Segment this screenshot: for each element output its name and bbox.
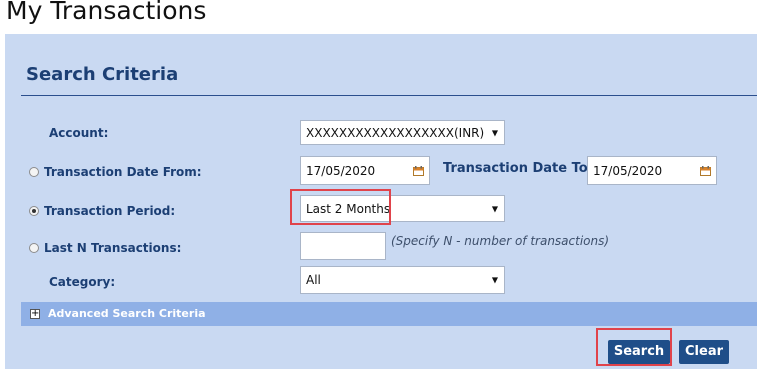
calendar-icon[interactable] <box>413 165 424 176</box>
last-n-label: Last N Transactions: <box>44 241 182 255</box>
calendar-icon[interactable] <box>700 165 711 176</box>
chevron-down-icon: ▼ <box>491 204 498 213</box>
date-from-value: 17/05/2020 <box>306 163 376 178</box>
category-select[interactable]: All ▼ <box>300 266 505 294</box>
category-select-value: All <box>306 273 321 287</box>
date-range-radio[interactable] <box>29 167 39 177</box>
date-from-input[interactable]: 17/05/2020 <box>300 156 430 185</box>
period-select[interactable]: Last 2 Months ▼ <box>300 195 505 222</box>
clear-button[interactable]: Clear <box>679 340 729 364</box>
last-n-hint: (Specify N - number of transactions) <box>391 234 610 248</box>
section-title: Search Criteria <box>26 64 179 85</box>
advanced-search-toggle[interactable]: + Advanced Search Criteria <box>21 302 757 326</box>
last-n-radio[interactable] <box>29 243 39 253</box>
period-radio[interactable] <box>29 206 39 216</box>
date-to-value: 17/05/2020 <box>593 163 663 178</box>
period-label: Transaction Period: <box>44 204 176 218</box>
category-label: Category: <box>49 275 116 289</box>
section-divider <box>21 95 757 96</box>
account-label: Account: <box>49 126 109 140</box>
search-button[interactable]: Search <box>608 340 670 364</box>
account-select-value: XXXXXXXXXXXXXXXXXX(INR) <box>306 125 485 140</box>
chevron-down-icon: ▼ <box>491 275 498 285</box>
period-select-value: Last 2 Months <box>306 201 391 216</box>
account-select[interactable]: XXXXXXXXXXXXXXXXXX(INR) ▼ <box>300 120 505 145</box>
chevron-down-icon: ▼ <box>491 128 498 137</box>
page-title: My Transactions <box>6 0 207 25</box>
search-criteria-panel: Search Criteria Account: XXXXXXXXXXXXXXX… <box>5 34 757 369</box>
date-to-label: Transaction Date To: <box>443 161 593 176</box>
last-n-input[interactable] <box>300 232 386 260</box>
advanced-search-label: Advanced Search Criteria <box>48 307 206 320</box>
date-to-input[interactable]: 17/05/2020 <box>587 156 717 185</box>
plus-icon[interactable]: + <box>30 309 40 319</box>
date-from-label: Transaction Date From: <box>44 165 202 179</box>
